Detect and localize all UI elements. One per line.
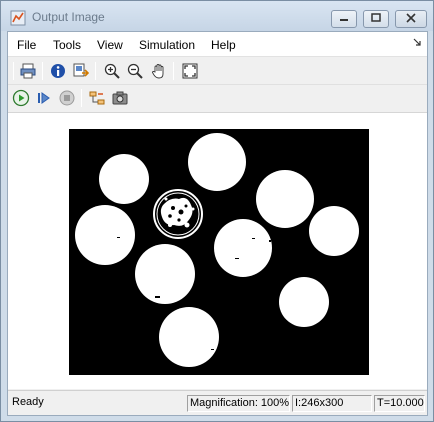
zoom-out-icon[interactable] bbox=[126, 62, 144, 80]
stop-icon[interactable] bbox=[58, 89, 76, 107]
menubar-dock-arrow-icon[interactable] bbox=[413, 38, 421, 49]
maximize-button[interactable] bbox=[363, 10, 389, 28]
menu-bar: File Tools View Simulation Help bbox=[8, 32, 427, 57]
print-icon[interactable] bbox=[19, 62, 37, 80]
toolbar-separator bbox=[173, 62, 174, 80]
fit-to-window-icon[interactable] bbox=[181, 62, 199, 80]
menu-view[interactable]: View bbox=[97, 38, 123, 52]
toolbar-separator bbox=[42, 62, 43, 80]
toolbar-separator bbox=[95, 62, 96, 80]
menu-simulation[interactable]: Simulation bbox=[139, 38, 195, 52]
output-image[interactable] bbox=[69, 129, 369, 375]
menu-help[interactable]: Help bbox=[211, 38, 236, 52]
snapshot-camera-icon[interactable] bbox=[111, 89, 129, 107]
status-state: Ready bbox=[12, 396, 44, 408]
status-time: T=10.000 bbox=[374, 395, 425, 412]
title-bar[interactable]: Output Image bbox=[1, 1, 433, 31]
close-icon bbox=[406, 12, 416, 26]
toolbar-separator bbox=[13, 62, 14, 80]
minimize-icon bbox=[339, 12, 349, 26]
pan-hand-icon[interactable] bbox=[150, 62, 168, 80]
status-magnification: Magnification: 100% bbox=[187, 395, 290, 412]
simulink-app-icon bbox=[10, 10, 26, 26]
image-display-area[interactable] bbox=[8, 112, 427, 389]
run-icon[interactable] bbox=[12, 89, 30, 107]
menu-file[interactable]: File bbox=[17, 38, 36, 52]
maximize-icon bbox=[371, 12, 381, 26]
menu-tools[interactable]: Tools bbox=[53, 38, 81, 52]
binary-image-svg bbox=[69, 129, 369, 375]
signal-hierarchy-icon[interactable] bbox=[88, 89, 106, 107]
toolbar-view bbox=[8, 58, 427, 85]
close-button[interactable] bbox=[395, 10, 427, 28]
zoom-in-icon[interactable] bbox=[103, 62, 121, 80]
step-forward-icon[interactable] bbox=[35, 89, 53, 107]
status-image-size: I:246x300 bbox=[292, 395, 372, 412]
toolbar-separator bbox=[81, 89, 82, 107]
status-bar: Ready Magnification: 100% I:246x300 T=10… bbox=[8, 390, 427, 415]
info-icon[interactable] bbox=[49, 62, 67, 80]
client-area: File Tools View Simulation Help Ready Ma… bbox=[7, 31, 428, 416]
toolbar-simulation bbox=[8, 85, 427, 111]
export-image-icon[interactable] bbox=[72, 62, 90, 80]
minimize-button[interactable] bbox=[331, 10, 357, 28]
window-title: Output Image bbox=[32, 10, 105, 24]
output-image-window: Output Image File Tools View Simulation … bbox=[0, 0, 434, 422]
